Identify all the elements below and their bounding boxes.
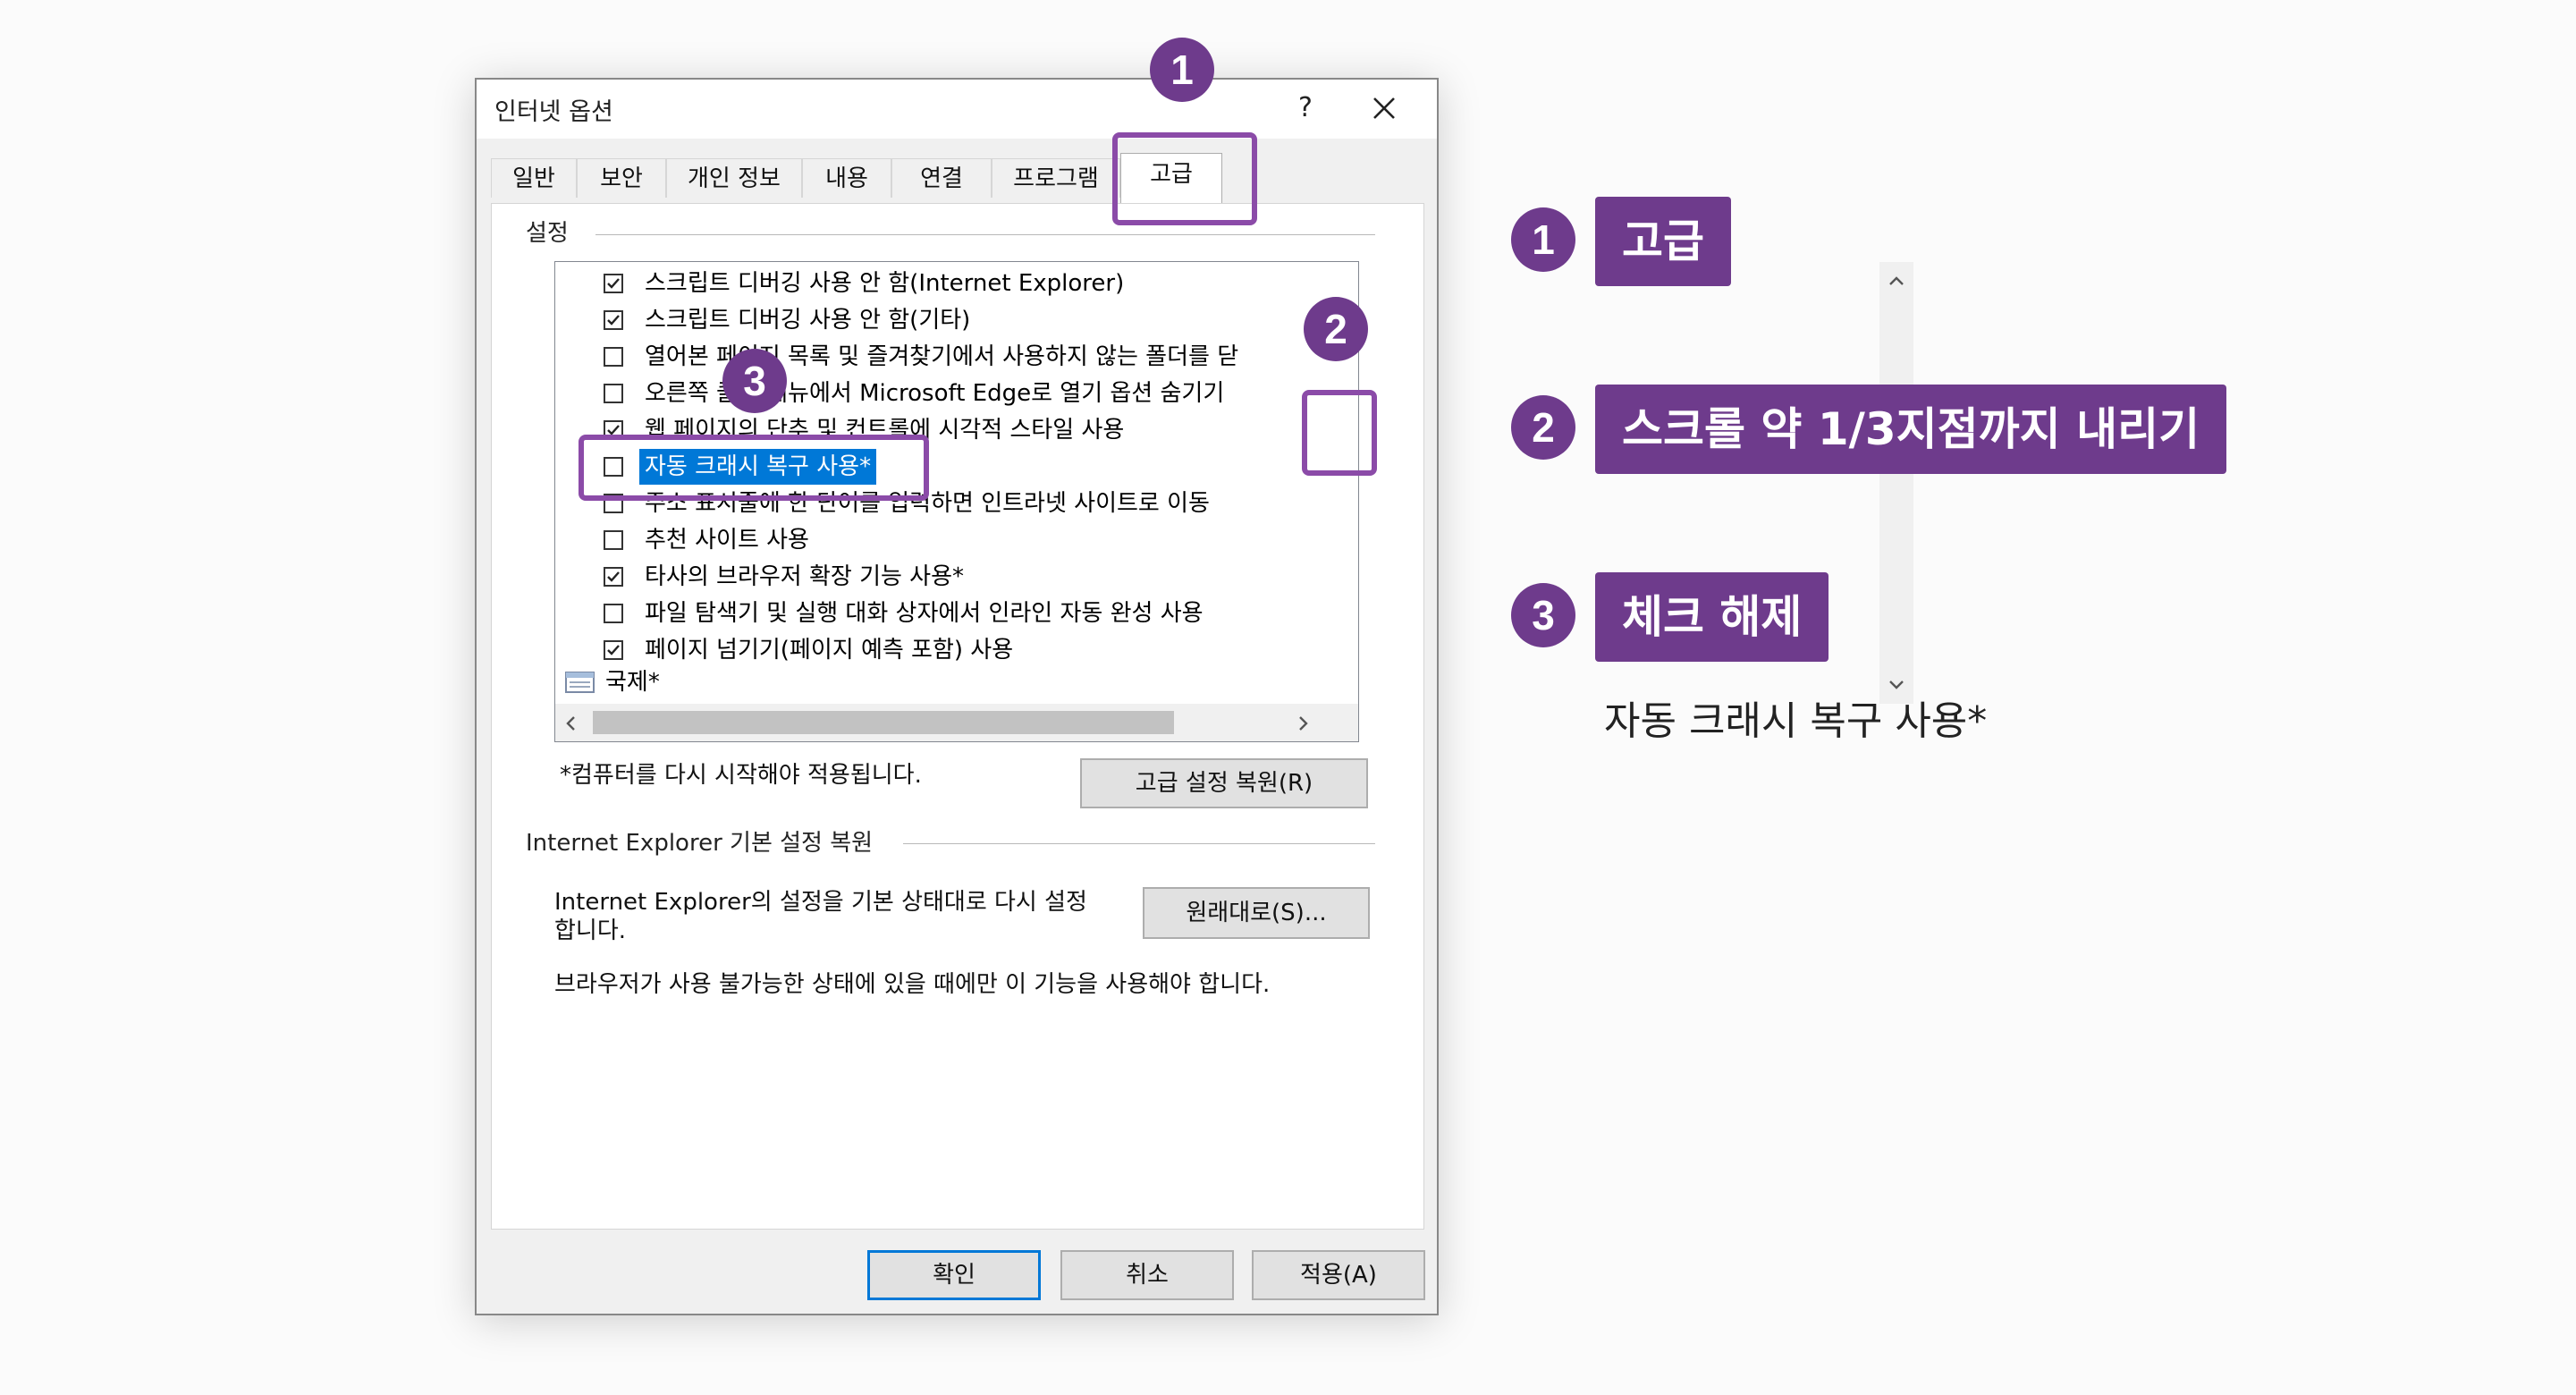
legend-badge-1: 1: [1511, 207, 1575, 272]
settings-item[interactable]: 스크립트 디버깅 사용 안 함(기타): [555, 302, 1342, 338]
tab-programs[interactable]: 프로그램: [992, 158, 1120, 198]
settings-item[interactable]: 추천 사이트 사용: [555, 522, 1342, 558]
checkmark-icon: [607, 645, 620, 655]
tab-content[interactable]: 내용: [802, 158, 891, 198]
tab-connections[interactable]: 연결: [891, 158, 992, 198]
checkbox-unchecked[interactable]: [604, 347, 623, 367]
close-button[interactable]: [1357, 85, 1411, 131]
settings-group-label: 설정: [526, 215, 581, 248]
checkbox-unchecked[interactable]: [604, 604, 623, 623]
checkbox-checked[interactable]: [604, 274, 623, 293]
settings-item-label: 타사의 브라우저 확장 기능 사용*: [645, 563, 965, 590]
settings-item-label: 스크립트 디버깅 사용 안 함(Internet Explorer): [645, 270, 1125, 297]
horizontal-scrollbar[interactable]: [555, 704, 1358, 741]
reset-warning: 브라우저가 사용 불가능한 상태에 있을 때에만 이 기능을 사용해야 합니다.: [554, 971, 1271, 998]
horizontal-scroll-thumb[interactable]: [593, 711, 1174, 734]
tab-strip: 일반 보안 개인 정보 내용 연결 프로그램 고급: [477, 153, 1437, 203]
settings-item[interactable]: 열어본 페이지 목록 및 즐겨찾기에서 사용하지 않는 폴더를 닫: [555, 339, 1342, 375]
ok-button[interactable]: 확인: [867, 1250, 1041, 1300]
title-bar: 인터넷 옵션 ?: [477, 80, 1437, 139]
scroll-right-icon[interactable]: [1297, 714, 1310, 732]
settings-item[interactable]: 오른쪽 클릭 메뉴에서 Microsoft Edge로 열기 옵션 숨기기: [555, 376, 1342, 411]
checkbox-checked[interactable]: [604, 310, 623, 330]
step-badge-3: 3: [722, 349, 787, 413]
help-button[interactable]: ?: [1285, 89, 1326, 128]
highlight-auto-crash-recovery: [579, 435, 929, 501]
dialog-title: 인터넷 옵션: [494, 98, 613, 126]
checkmark-icon: [607, 278, 620, 289]
checkmark-icon: [607, 571, 620, 582]
checkbox-unchecked[interactable]: [604, 384, 623, 403]
legend-badge-2: 2: [1511, 395, 1575, 460]
category-intl[interactable]: 국제*: [605, 664, 660, 700]
tab-security[interactable]: 보안: [577, 158, 666, 198]
restore-advanced-button[interactable]: 고급 설정 복원(R): [1080, 758, 1368, 808]
category-icon: [564, 670, 596, 695]
apply-button[interactable]: 적용(A): [1252, 1250, 1425, 1300]
reset-description-line1: Internet Explorer의 설정을 기본 상태대로 다시 설정: [554, 889, 1087, 916]
legend-label-3: 체크 해제: [1595, 572, 1829, 662]
settings-listbox[interactable]: 스크립트 디버깅 사용 안 함(Internet Explorer) 스크립트 디…: [554, 261, 1913, 742]
settings-item[interactable]: 페이지 넘기기(페이지 예측 포함) 사용: [555, 632, 1342, 668]
scroll-up-icon[interactable]: [1888, 275, 1905, 287]
tab-general[interactable]: 일반: [491, 158, 577, 198]
restart-note: *컴퓨터를 다시 시작해야 적용됩니다.: [560, 762, 922, 789]
reset-button[interactable]: 원래대로(S)...: [1143, 887, 1370, 939]
legend-badge-3: 3: [1511, 583, 1575, 647]
step-badge-1: 1: [1150, 38, 1214, 102]
reset-group-line: [903, 843, 1375, 844]
settings-group-line: [595, 234, 1375, 235]
settings-item-label: 페이지 넘기기(페이지 예측 포함) 사용: [645, 637, 1014, 664]
reset-group-label: Internet Explorer 기본 설정 복원: [526, 824, 886, 858]
tab-privacy[interactable]: 개인 정보: [666, 158, 802, 198]
scroll-left-icon[interactable]: [564, 714, 577, 732]
legend-note-3: 자동 크래시 복구 사용*: [1604, 698, 1988, 744]
settings-item[interactable]: 파일 탐색기 및 실행 대화 상자에서 인라인 자동 완성 사용: [555, 596, 1342, 631]
settings-item[interactable]: 스크립트 디버깅 사용 안 함(Internet Explorer): [555, 266, 1342, 301]
reset-description-line2: 합니다.: [554, 917, 627, 944]
legend-label-1: 고급: [1595, 197, 1731, 286]
settings-item-label: 파일 탐색기 및 실행 대화 상자에서 인라인 자동 완성 사용: [645, 600, 1204, 627]
checkbox-unchecked[interactable]: [604, 530, 623, 550]
legend-label-2: 스크롤 약 1/3지점까지 내리기: [1595, 385, 2227, 474]
settings-item-label: 추천 사이트 사용: [645, 527, 809, 554]
checkbox-checked[interactable]: [604, 640, 623, 660]
checkbox-checked[interactable]: [604, 567, 623, 587]
close-icon: [1373, 97, 1395, 119]
settings-item-label: 스크립트 디버깅 사용 안 함(기타): [645, 307, 971, 334]
step-badge-2: 2: [1304, 297, 1368, 361]
checkmark-icon: [607, 315, 620, 326]
vertical-scrollbar[interactable]: [1879, 262, 1913, 704]
settings-item[interactable]: 타사의 브라우저 확장 기능 사용*: [555, 559, 1342, 595]
cancel-button[interactable]: 취소: [1060, 1250, 1234, 1300]
tab-advanced[interactable]: 고급: [1120, 153, 1222, 203]
highlight-scrollbar: [1302, 390, 1377, 476]
